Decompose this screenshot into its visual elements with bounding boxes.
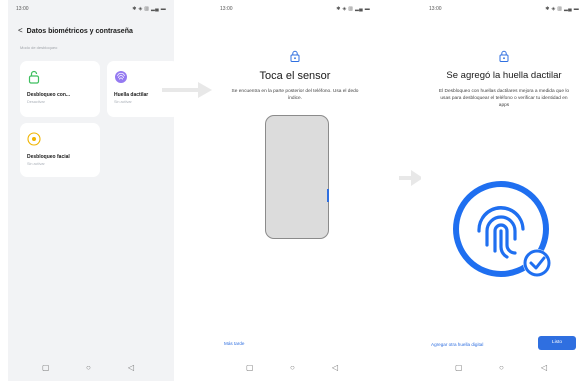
chevron-left-icon: <	[18, 26, 23, 35]
sensor-indicator	[327, 189, 329, 202]
nav-bar: ▢ ○ ◁	[8, 361, 174, 375]
lock-icon	[290, 50, 300, 62]
card-desbloqueo[interactable]: Desbloqueo con... Desactivar	[20, 61, 100, 117]
fingerprint-icon	[115, 71, 127, 83]
done-button[interactable]: Listo	[538, 336, 576, 350]
status-bar: 13:00 ✱ ◈ ▥ ▂▄ ▬	[429, 6, 579, 14]
home-icon[interactable]: ○	[86, 361, 91, 375]
arrow-right-icon	[399, 170, 423, 186]
later-link[interactable]: Más tarde	[224, 341, 244, 346]
home-icon[interactable]: ○	[290, 361, 295, 375]
back-button[interactable]: < Datos biométricos y contraseña	[18, 26, 133, 35]
add-another-fingerprint-link[interactable]: Agregar otra huella digital	[431, 342, 483, 347]
status-icons: ✱ ◈ ▥ ▂▄ ▬	[336, 6, 370, 12]
status-bar: 13:00 ✱ ◈ ▥ ▂▄ ▬	[220, 6, 370, 14]
status-icons: ✱ ◈ ▥ ▂▄ ▬	[545, 6, 579, 12]
back-nav-icon[interactable]: ◁	[128, 361, 134, 375]
section-label: Modo de desbloqueo	[20, 45, 58, 50]
lock-icon	[499, 50, 509, 62]
back-nav-icon[interactable]: ◁	[332, 361, 338, 375]
nav-bar: ▢ ○ ◁	[421, 361, 587, 375]
card-title: Desbloqueo facial	[27, 154, 70, 160]
touch-sensor-screen: 13:00 ✱ ◈ ▥ ▂▄ ▬ Toca el sensor Se encue…	[212, 0, 378, 381]
fingerprint-added-screen: 13:00 ✱ ◈ ▥ ▂▄ ▬ Se agregó la huella dac…	[421, 0, 587, 381]
card-title: Desbloqueo con...	[27, 92, 71, 98]
home-icon[interactable]: ○	[499, 361, 504, 375]
phone-illustration	[265, 115, 329, 239]
card-title: Huella dactilar	[114, 92, 149, 98]
status-time: 13:00	[220, 6, 233, 12]
back-nav-icon[interactable]: ◁	[541, 361, 547, 375]
card-subtitle: Desactivar	[27, 100, 45, 104]
card-desbloqueo-facial[interactable]: Desbloqueo facial Sin activar	[20, 123, 100, 177]
status-bar: 13:00 ✱ ◈ ▥ ▂▄ ▬	[16, 6, 166, 14]
status-time: 13:00	[429, 6, 442, 12]
page-title: Datos biométricos y contraseña	[26, 28, 133, 35]
page-title: Se agregó la huella dactilar	[446, 70, 562, 81]
nav-bar: ▢ ○ ◁	[212, 361, 378, 375]
status-time: 13:00	[16, 6, 29, 12]
recents-icon[interactable]: ▢	[246, 361, 254, 375]
instructions-text: Se encuentra en la parte posterior del t…	[231, 89, 359, 101]
page-title: Toca el sensor	[259, 70, 331, 82]
info-text: El Desbloqueo con huellas dactilares mej…	[438, 89, 570, 108]
lock-icon	[28, 70, 40, 84]
card-subtitle: Sin activar	[114, 100, 132, 104]
settings-screen: 13:00 ✱ ◈ ▥ ▂▄ ▬ < Datos biométricos y co…	[8, 0, 174, 381]
recents-icon[interactable]: ▢	[455, 361, 463, 375]
face-icon	[27, 132, 41, 146]
status-icons: ✱ ◈ ▥ ▂▄ ▬	[132, 6, 166, 12]
card-subtitle: Sin activar	[27, 162, 45, 166]
arrow-right-icon	[162, 82, 212, 98]
recents-icon[interactable]: ▢	[42, 361, 50, 375]
fingerprint-success-icon	[453, 181, 551, 277]
